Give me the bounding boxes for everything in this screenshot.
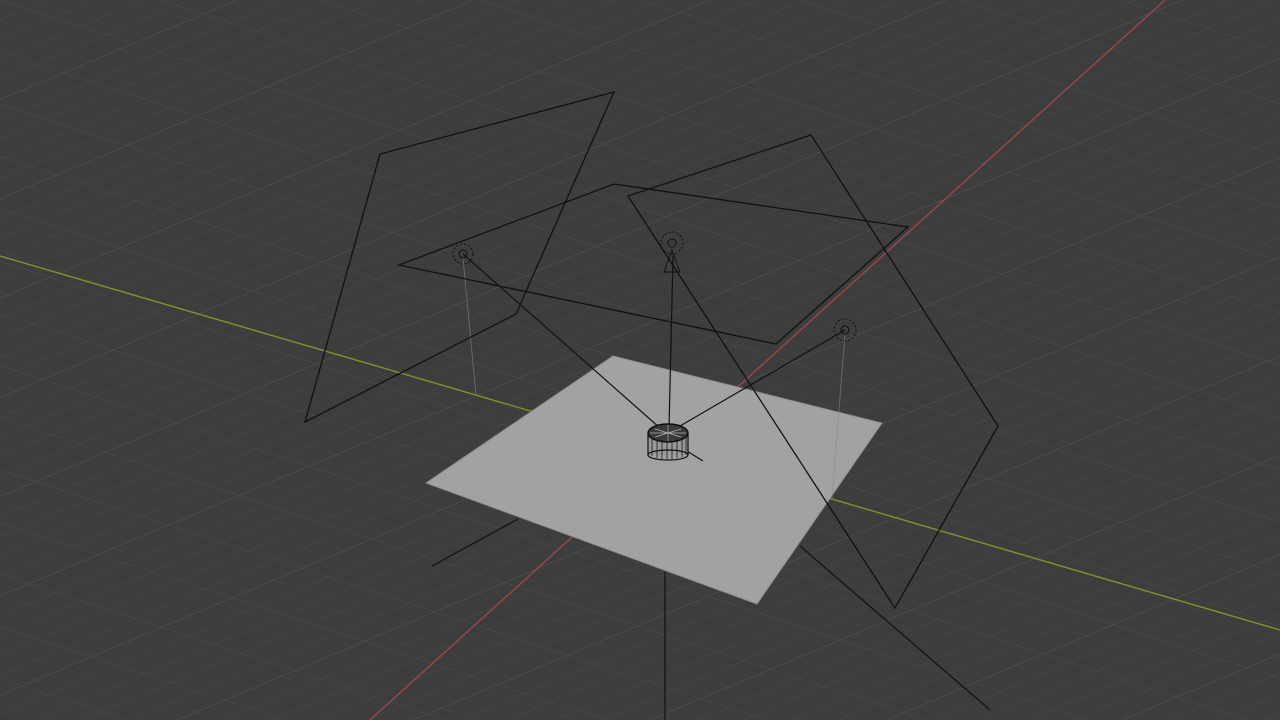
cylinder-object[interactable]	[647, 423, 689, 461]
3d-viewport[interactable]	[0, 0, 1280, 720]
floor-grid-major	[0, 0, 1280, 720]
